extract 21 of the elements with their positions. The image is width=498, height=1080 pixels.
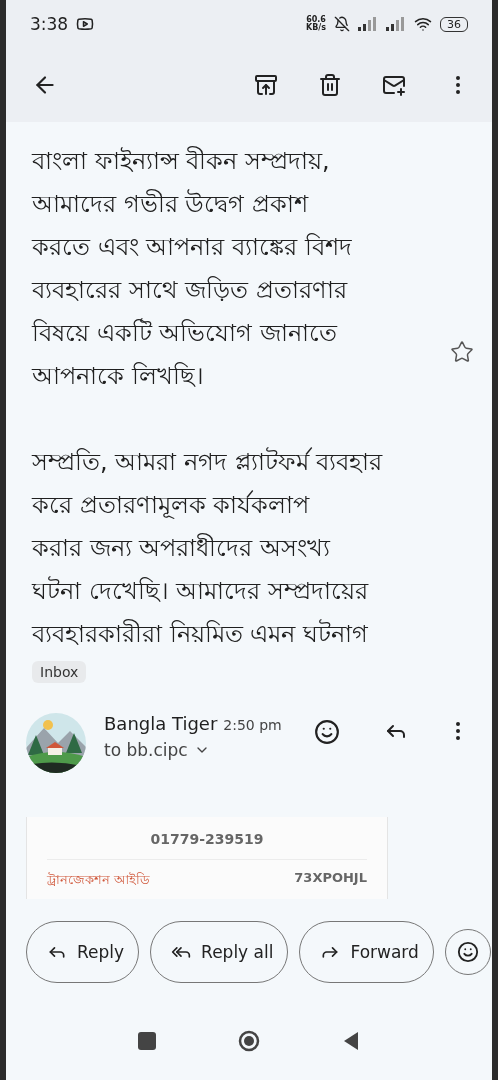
recipient-toggle[interactable]: to bb.cipc	[104, 740, 290, 760]
message-time: 2:50 pm	[223, 717, 282, 733]
receipt-label: ট্রানজেকশন আইডি	[47, 871, 151, 889]
video-icon	[76, 15, 95, 33]
wifi-icon	[414, 15, 432, 33]
inbox-label: Inbox	[32, 661, 87, 683]
message-paragraph: সম্প্রতি, আমরা নগদ প্ল্যাটফর্ম ব্যবহার করে প্রতারণামূলক কার্যকলাপ করার জন্য অপরাধীদের অসংখ্য ঘটনা দেখেছি। আমাদের সম্প্রদায়ের ব্যবহারকারীরা নিয়মিত এমন ঘটনাগ	[32, 446, 383, 650]
network-speed: 60.6 KB/s	[306, 16, 326, 32]
emoji-icon	[456, 941, 479, 964]
recent-apps-icon[interactable]	[136, 1029, 158, 1052]
signal-icon	[386, 17, 406, 31]
clock-time: 3:38	[30, 14, 69, 34]
receipt-phone: 01779-239519	[150, 831, 264, 847]
receipt-value: 73XPOHJL	[294, 870, 367, 887]
star-icon[interactable]	[450, 340, 474, 364]
mute-icon	[334, 16, 350, 32]
battery-level: 36	[440, 16, 468, 32]
home-icon[interactable]	[238, 1029, 260, 1052]
message-paragraph: বাংলা ফাইন্যান্স বীকন সম্প্রদায়, আমাদের গভীর উদ্বেগ প্রকাশ করতে এবং আপনার ব্যাঙ্কের বিশদ ব্যবহারের সাথে জড়িত প্রতারণার বিষয়ে একটি অভিযোগ জানাতে আপনাকে লিখছি।	[32, 145, 352, 392]
sender-name: Bangla Tiger	[104, 713, 218, 734]
signal-icon	[358, 17, 378, 31]
